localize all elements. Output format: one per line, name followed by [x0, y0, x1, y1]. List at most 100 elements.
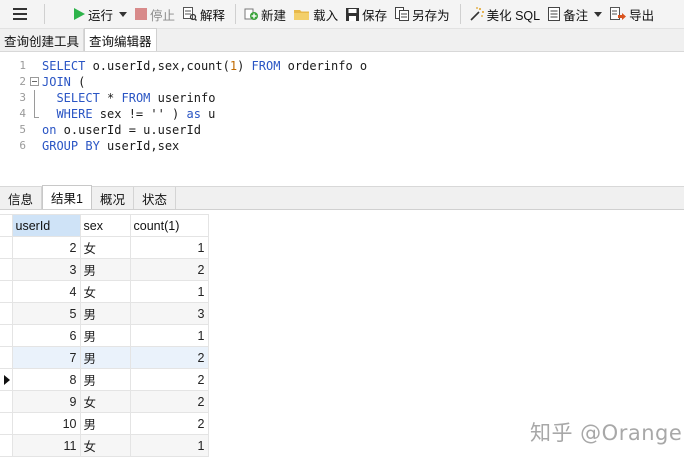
column-header-count[interactable]: count(1): [129, 214, 209, 237]
table-row[interactable]: 4 女 1: [0, 280, 209, 303]
save-icon: [346, 7, 360, 21]
stop-icon: [135, 8, 148, 20]
cell-userid[interactable]: 6: [11, 324, 81, 347]
table-row[interactable]: 2 女 1: [0, 236, 209, 259]
cell-count[interactable]: 1: [129, 324, 209, 347]
fold-collapse-icon[interactable]: [30, 77, 39, 86]
cell-count[interactable]: 2: [129, 390, 209, 413]
current-row-arrow-icon: [4, 374, 10, 385]
row-marker[interactable]: [0, 258, 13, 281]
cell-userid[interactable]: 7: [11, 346, 81, 369]
column-header-sex[interactable]: sex: [79, 214, 131, 237]
cell-userid[interactable]: 9: [11, 390, 81, 413]
cell-count[interactable]: 1: [129, 280, 209, 303]
new-query-icon: [244, 8, 259, 20]
tab-profile[interactable]: 概况: [92, 187, 134, 209]
cell-sex[interactable]: 女: [79, 280, 131, 303]
tab-query-editor[interactable]: 查询编辑器: [84, 28, 157, 51]
beautify-sql-button[interactable]: 美化 SQL: [465, 2, 545, 26]
stop-button[interactable]: 停止: [131, 2, 179, 26]
line-number: 3: [19, 91, 26, 104]
line-number: 2: [19, 75, 26, 88]
row-marker[interactable]: [0, 346, 13, 369]
beautify-sql-label: 美化 SQL: [486, 8, 541, 23]
cell-count[interactable]: 1: [129, 236, 209, 259]
toolbar-separator: [459, 4, 461, 24]
cell-count[interactable]: 1: [129, 434, 209, 457]
column-header-userid[interactable]: userId: [11, 214, 81, 237]
new-button[interactable]: 新建: [240, 2, 290, 26]
row-marker[interactable]: [0, 412, 13, 435]
stop-label: 停止: [150, 8, 176, 23]
notes-button[interactable]: 备注: [544, 2, 606, 26]
cell-sex[interactable]: 男: [79, 324, 131, 347]
cell-sex[interactable]: 女: [79, 390, 131, 413]
row-marker[interactable]: [0, 302, 13, 325]
cell-sex[interactable]: 男: [79, 346, 131, 369]
cell-userid[interactable]: 10: [11, 412, 81, 435]
row-marker[interactable]: [0, 390, 13, 413]
table-row[interactable]: 9 女 2: [0, 390, 209, 413]
code-text: on o.userId = u.userId: [42, 123, 201, 137]
cell-count[interactable]: 2: [129, 412, 209, 435]
save-button[interactable]: 保存: [342, 2, 391, 26]
cell-count[interactable]: 3: [129, 302, 209, 325]
tab-info[interactable]: 信息: [0, 187, 43, 209]
row-marker[interactable]: [0, 368, 13, 391]
notes-dropdown-icon[interactable]: [594, 11, 603, 17]
code-text: WHERE sex != '' ) as u: [56, 107, 216, 121]
table-row[interactable]: 11 女 1: [0, 434, 209, 457]
table-row[interactable]: 3 男 2: [0, 258, 209, 281]
row-marker[interactable]: [0, 280, 13, 303]
explain-button[interactable]: 解释: [179, 2, 229, 26]
row-marker[interactable]: [0, 324, 13, 347]
code-text: SELECT o.userId,sex,count(1) FROM orderi…: [42, 59, 368, 73]
cell-userid[interactable]: 8: [11, 368, 81, 391]
code-line: 3 SELECT * FROM userinfo: [0, 90, 684, 106]
table-row[interactable]: 10 男 2: [0, 412, 209, 435]
cell-userid[interactable]: 5: [11, 302, 81, 325]
cell-userid[interactable]: 2: [11, 236, 81, 259]
row-marker-header: [0, 214, 13, 237]
cell-sex[interactable]: 女: [79, 236, 131, 259]
save-as-label: 另存为: [412, 8, 450, 23]
editor-tabbar: 查询创建工具 查询编辑器: [0, 28, 684, 52]
code-line: 4 WHERE sex != '' ) as u: [0, 106, 684, 122]
cell-userid[interactable]: 3: [11, 258, 81, 281]
cell-sex[interactable]: 女: [79, 434, 131, 457]
tab-result-1-label: 结果1: [51, 192, 83, 206]
cell-sex[interactable]: 男: [79, 258, 131, 281]
row-marker[interactable]: [0, 434, 13, 457]
cell-sex[interactable]: 男: [79, 302, 131, 325]
save-label: 保存: [362, 8, 388, 23]
save-as-button[interactable]: 另存为: [391, 2, 454, 26]
cell-count[interactable]: 2: [129, 258, 209, 281]
tab-result-1[interactable]: 结果1: [42, 185, 92, 209]
row-marker[interactable]: [0, 236, 13, 259]
table-row[interactable]: 6 男 1: [0, 324, 209, 347]
watermark: 知乎 @Orange: [530, 421, 683, 445]
table-row[interactable]: 5 男 3: [0, 302, 209, 325]
table-row[interactable]: 8 男 2: [0, 368, 209, 391]
line-number: 5: [19, 123, 26, 136]
code-text: GROUP BY userId,sex: [42, 139, 180, 153]
cell-count[interactable]: 2: [129, 368, 209, 391]
cell-sex[interactable]: 男: [79, 412, 131, 435]
export-button[interactable]: 导出: [606, 2, 658, 26]
tab-status[interactable]: 状态: [134, 187, 176, 209]
result-grid: userId sex count(1) 2 女 1 3 男 2 4 女 1 5 …: [0, 214, 209, 457]
new-label: 新建: [261, 8, 287, 23]
run-dropdown-icon[interactable]: [119, 11, 128, 17]
cell-count[interactable]: 2: [129, 346, 209, 369]
load-button[interactable]: 载入: [290, 2, 342, 26]
menu-icon[interactable]: [0, 0, 40, 29]
tab-query-builder[interactable]: 查询创建工具: [0, 29, 85, 51]
run-label: 运行: [88, 8, 114, 23]
cell-userid[interactable]: 4: [11, 280, 81, 303]
table-row[interactable]: 7 男 2: [0, 346, 209, 369]
cell-sex[interactable]: 男: [79, 368, 131, 391]
cell-userid[interactable]: 11: [11, 434, 81, 457]
sql-editor[interactable]: 1 SELECT o.userId,sex,count(1) FROM orde…: [0, 53, 684, 183]
run-button[interactable]: 运行: [69, 2, 131, 26]
code-line: 2 JOIN (: [0, 74, 684, 90]
